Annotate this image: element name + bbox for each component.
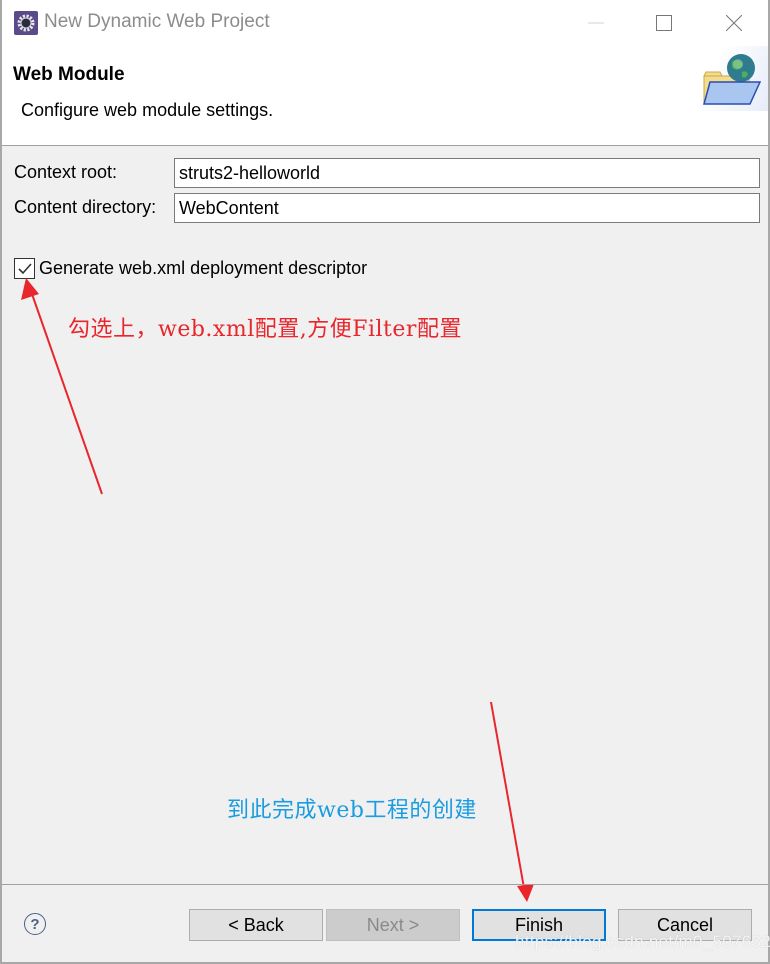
wizard-header: Web Module Configure web module settings… [2, 46, 768, 146]
page-description: Configure web module settings. [21, 100, 274, 120]
close-button[interactable] [714, 8, 754, 38]
maximize-button[interactable] [644, 8, 684, 38]
title-bar: New Dynamic Web Project [2, 0, 768, 46]
help-button[interactable]: ? [24, 913, 46, 935]
content-directory-input[interactable] [174, 193, 760, 223]
back-button[interactable]: < Back [189, 909, 323, 941]
minimize-button[interactable] [576, 8, 616, 38]
checkbox-annotation: 勾选上，web.xml配置,方便Filter配置 [68, 317, 462, 342]
generate-descriptor-option[interactable]: Generate web.xml deployment descriptor [14, 258, 367, 279]
context-root-label: Context root: [14, 162, 118, 182]
eclipse-gear-icon [14, 11, 38, 35]
next-button[interactable]: Next > [326, 909, 460, 941]
arrow-to-finish [490, 701, 534, 902]
folder-globe-icon [692, 46, 768, 111]
maximize-icon [656, 15, 672, 31]
page-title: Web Module [13, 64, 125, 85]
dialog-window: New Dynamic Web Project Web Module Confi… [0, 0, 770, 964]
window-title: New Dynamic Web Project [44, 11, 270, 32]
close-icon [726, 15, 742, 31]
context-root-input[interactable] [174, 158, 760, 188]
generate-descriptor-label: Generate web.xml deployment descriptor [39, 258, 368, 278]
help-icon: ? [30, 915, 40, 933]
footer-separator [2, 884, 768, 885]
finish-annotation: 到此完成web工程的创建 [227, 798, 477, 823]
checkmark-icon [17, 262, 32, 274]
content-directory-label: Content directory: [14, 197, 157, 217]
minimize-icon [588, 22, 604, 24]
generate-descriptor-checkbox[interactable] [14, 258, 35, 279]
watermark: https://blog.csdn.net/m0_50763265 [515, 932, 770, 951]
